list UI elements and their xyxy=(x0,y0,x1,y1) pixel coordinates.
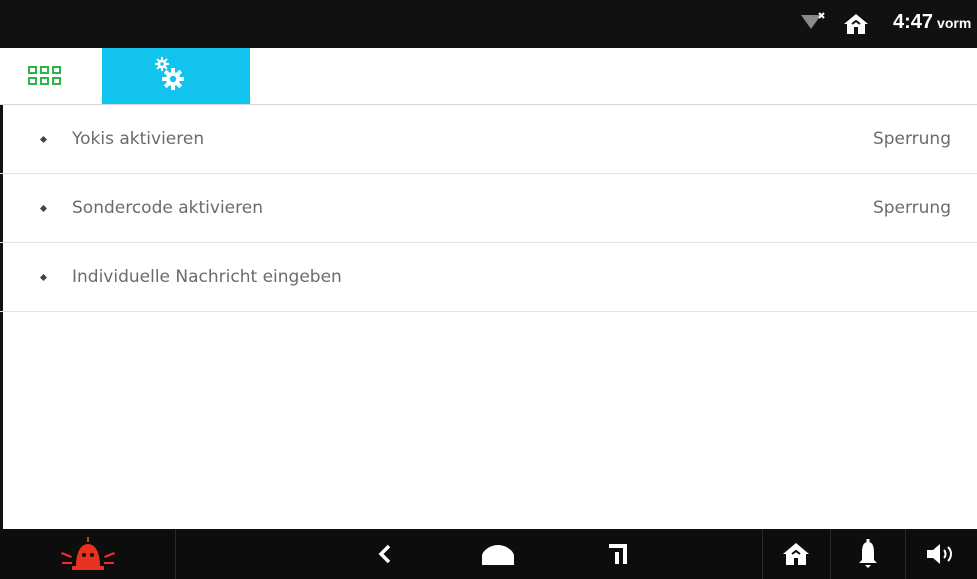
bullet-icon xyxy=(40,205,47,212)
nav-separator xyxy=(175,529,176,579)
list-item-sondercode[interactable]: Sondercode aktivieren Sperrung xyxy=(0,174,977,243)
recent-apps-button[interactable] xyxy=(583,529,653,579)
bullet-icon xyxy=(40,274,47,281)
tab-apps[interactable] xyxy=(12,48,102,104)
house-icon xyxy=(783,543,809,565)
home-button[interactable] xyxy=(463,529,533,579)
volume-icon xyxy=(927,544,952,564)
back-button[interactable] xyxy=(355,529,415,579)
bell-icon xyxy=(858,539,877,568)
settings-list: Yokis aktivieren Sperrung Sondercode akt… xyxy=(0,105,977,312)
list-item-label: Sondercode aktivieren xyxy=(72,198,263,218)
nav-bar xyxy=(0,529,977,579)
back-icon xyxy=(378,544,391,564)
list-item-label: Yokis aktivieren xyxy=(72,129,205,149)
home-icon xyxy=(482,545,514,565)
screen: 4:47 vorm Yokis aktivieren Sperrung Sond… xyxy=(0,0,977,579)
list-item-value: Sperrung xyxy=(872,198,951,218)
list-item-label: Individuelle Nachricht eingeben xyxy=(72,267,342,287)
alarm-icon xyxy=(60,537,115,570)
status-bar: 4:47 vorm xyxy=(0,0,977,48)
list-item-nachricht[interactable]: Individuelle Nachricht eingeben xyxy=(0,243,977,312)
bell-button[interactable] xyxy=(830,529,905,579)
house-button[interactable] xyxy=(762,529,830,579)
grid-icon xyxy=(28,66,61,85)
clock: 4:47 vorm xyxy=(893,11,971,34)
clock-time: 4:47 xyxy=(893,11,934,33)
tab-settings[interactable] xyxy=(102,48,250,104)
wifi-off-icon xyxy=(801,12,825,29)
home-icon xyxy=(844,14,868,34)
clock-ampm: vorm xyxy=(937,15,972,31)
recent-apps-icon xyxy=(609,544,627,564)
list-item-yokis[interactable]: Yokis aktivieren Sperrung xyxy=(0,105,977,174)
gears-icon xyxy=(155,57,184,90)
list-item-value: Sperrung xyxy=(872,129,951,149)
bullet-icon xyxy=(40,136,47,143)
alarm-button[interactable] xyxy=(0,529,175,579)
volume-button[interactable] xyxy=(905,529,977,579)
